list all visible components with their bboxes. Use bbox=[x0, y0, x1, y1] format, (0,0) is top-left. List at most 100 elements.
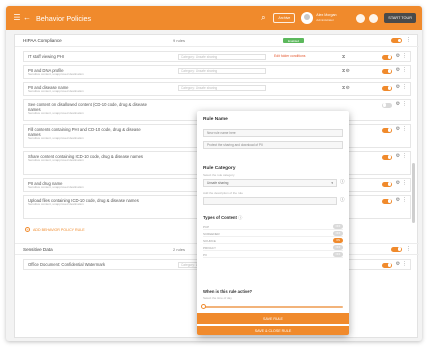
rule-description: Sensitive content, unapproved destinatio… bbox=[28, 185, 84, 189]
more-options-icon[interactable]: ⋮ bbox=[402, 198, 407, 203]
edit-conditions-link[interactable]: Edit folder conditions bbox=[274, 54, 334, 58]
rule-toggle[interactable] bbox=[382, 54, 392, 60]
content-type-name: SCREENER bbox=[203, 231, 220, 236]
back-arrow-icon[interactable]: ← bbox=[22, 13, 32, 23]
section-toggle[interactable] bbox=[391, 38, 402, 43]
gear-icon[interactable]: ⚙ bbox=[395, 181, 401, 186]
table-row[interactable]: PII and disease name Sensitive content, … bbox=[23, 82, 411, 96]
gear-icon[interactable]: ⚙ bbox=[395, 262, 401, 267]
content-type-toggle[interactable]: OFF bbox=[333, 252, 343, 257]
category-select[interactable]: Unsafe sharing ▾ bbox=[203, 179, 337, 187]
rule-name-cell: Share content containing ICD-10 code, dr… bbox=[28, 154, 148, 163]
menu-icon[interactable]: ☰ bbox=[12, 13, 22, 23]
gear-icon[interactable]: ⚙ bbox=[395, 102, 401, 107]
info-icon[interactable]: ⓘ bbox=[238, 215, 242, 220]
gear-icon[interactable]: ⚙ bbox=[395, 154, 401, 159]
rule-toggle[interactable] bbox=[382, 127, 392, 133]
content-type-row: SOURCE ON bbox=[203, 238, 343, 244]
rule-category-field[interactable]: Category: Unsafe sharing bbox=[178, 85, 266, 91]
section-title: HIPAA Compliance bbox=[23, 38, 62, 43]
rule-name: Office Document: Confidential Watermark bbox=[28, 262, 106, 267]
table-row[interactable]: PII and DNA profile Sensitive content, u… bbox=[23, 65, 411, 79]
table-row[interactable]: IT staff viewing PHI Category: Unsafe sh… bbox=[23, 51, 411, 62]
rule-toggle[interactable] bbox=[382, 68, 392, 74]
more-options-icon[interactable]: ⋮ bbox=[402, 262, 407, 267]
save-rule-button[interactable]: SAVE RULE bbox=[197, 313, 349, 324]
scrollbar[interactable] bbox=[412, 163, 415, 223]
time-slider-handle[interactable] bbox=[200, 304, 206, 309]
save-close-rule-button[interactable]: SAVE & CLOSE RULE bbox=[197, 325, 349, 335]
search-icon[interactable]: ⌕ bbox=[257, 12, 269, 24]
more-options-icon[interactable]: ⋮ bbox=[402, 85, 407, 90]
more-options-icon[interactable]: ⋮ bbox=[402, 127, 407, 132]
content-type-toggle[interactable]: OFF bbox=[333, 231, 343, 236]
rule-editor-dialog: Rule Name New rule name here Protect the… bbox=[197, 111, 349, 335]
more-options-icon[interactable]: ⋮ bbox=[402, 181, 407, 186]
rule-toggle[interactable] bbox=[382, 154, 392, 160]
gear-icon[interactable]: ⚙ bbox=[395, 127, 401, 132]
rule-description: Sensitive content, unapproved destinatio… bbox=[28, 72, 84, 76]
section-title: Sensitive Data bbox=[23, 246, 53, 252]
rule-name-cell: PII and DNA profile Sensitive content, u… bbox=[28, 68, 148, 77]
when-active-label: When is this rule active? bbox=[203, 289, 253, 294]
more-options-icon[interactable]: ⋮ bbox=[402, 102, 407, 107]
rule-description-input[interactable]: Protect the sharing and download of PII bbox=[203, 141, 343, 149]
more-options-icon[interactable]: ⋮ bbox=[402, 154, 407, 159]
content-type-toggle[interactable]: OFF bbox=[333, 245, 343, 250]
rule-name-cell: Upload files containing ICD-10 code, dru… bbox=[28, 198, 148, 207]
section-rule-count: 9 rules bbox=[173, 38, 186, 43]
gear-icon[interactable]: ⚙ bbox=[395, 85, 401, 90]
notifications-icon[interactable] bbox=[356, 13, 366, 23]
help-icon[interactable] bbox=[369, 13, 379, 23]
more-options-icon[interactable]: ⋮ bbox=[402, 68, 407, 73]
rule-name-input[interactable]: New rule name here bbox=[203, 129, 343, 137]
content-type-row: PCP OFF bbox=[203, 224, 343, 230]
rule-toggle[interactable] bbox=[382, 102, 392, 108]
category-description-field[interactable] bbox=[203, 197, 337, 205]
help-icon[interactable]: ⓘ bbox=[340, 197, 345, 203]
help-icon[interactable]: ⓘ bbox=[340, 179, 345, 185]
content-type-toggle[interactable]: OFF bbox=[333, 224, 343, 229]
content-type-name: SOURCE bbox=[203, 238, 216, 243]
rule-name-cell: Fill contents containing PHI and CD-10 c… bbox=[28, 127, 148, 141]
rule-name-cell: PII and disease name Sensitive content, … bbox=[28, 85, 148, 94]
gear-icon[interactable]: ⚙ bbox=[395, 198, 401, 203]
rule-toggle[interactable] bbox=[382, 181, 392, 187]
more-options-icon[interactable]: ⋮ bbox=[402, 54, 407, 59]
add-rule-button[interactable]: + ADD BEHAVIOR POLICY RULE bbox=[25, 227, 85, 232]
gear-icon[interactable]: ⚙ bbox=[395, 54, 401, 59]
more-options-icon[interactable]: ⋮ bbox=[406, 246, 411, 252]
plus-icon: + bbox=[25, 226, 30, 232]
section-header-hipaa[interactable]: HIPAA Compliance 9 rules Enabled ⋮ bbox=[15, 35, 419, 47]
rule-toggle[interactable] bbox=[382, 85, 392, 91]
rule-description: Sensitive content, unapproved destinatio… bbox=[28, 111, 84, 115]
rule-category-label: Rule Category bbox=[203, 166, 236, 171]
chevron-down-icon: ▾ bbox=[331, 181, 333, 185]
rule-description-hint: Add the description of the rule bbox=[203, 191, 243, 195]
time-slider-track[interactable] bbox=[203, 306, 343, 308]
rule-description: Sensitive content, unapproved destinatio… bbox=[28, 202, 84, 206]
rule-name-cell: IT staff viewing PHI bbox=[28, 54, 148, 59]
rule-category-field[interactable]: Category: Unsafe sharing bbox=[178, 68, 266, 74]
start-tour-button[interactable]: START TOUR bbox=[384, 13, 416, 23]
rule-description: Sensitive content, unapproved destinatio… bbox=[28, 158, 84, 162]
gear-icon[interactable]: ⚙ bbox=[395, 68, 401, 73]
rule-icons: ⧖⚙ bbox=[342, 85, 351, 90]
rule-name-cell: Office Document: Confidential Watermark bbox=[28, 262, 148, 267]
rule-name-cell: See content on disallowed content (CD-10… bbox=[28, 102, 148, 116]
category-select-value: Unsafe sharing bbox=[207, 181, 229, 185]
types-of-content-text: Types of Content bbox=[203, 215, 237, 220]
rule-name: IT staff viewing PHI bbox=[28, 54, 64, 59]
rule-category-hint: Select the rule category bbox=[203, 173, 235, 177]
section-toggle[interactable] bbox=[391, 246, 402, 252]
user-info[interactable]: Alex Morgan Administrator bbox=[316, 13, 352, 22]
rule-toggle[interactable] bbox=[382, 262, 392, 268]
avatar[interactable] bbox=[301, 12, 314, 24]
rule-toggle[interactable] bbox=[382, 198, 392, 204]
archive-button[interactable]: Archive bbox=[273, 13, 296, 23]
more-options-icon[interactable]: ⋮ bbox=[406, 38, 411, 43]
content-type-toggle[interactable]: ON bbox=[333, 238, 343, 243]
content-type-name: PRIVACY bbox=[203, 245, 216, 250]
rule-category-field[interactable]: Category: Unsafe sharing bbox=[178, 54, 266, 60]
content-type-name: PII bbox=[203, 252, 207, 257]
